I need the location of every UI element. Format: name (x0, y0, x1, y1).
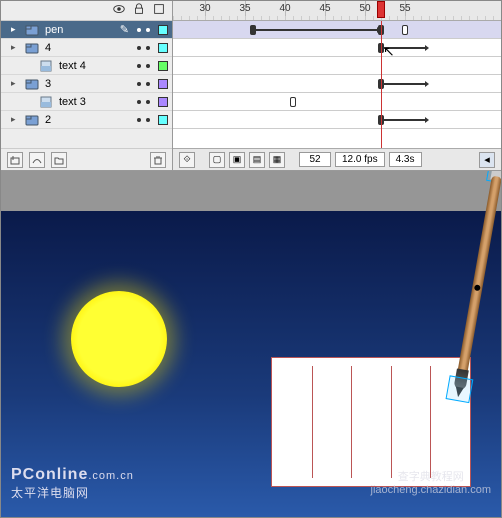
stage-area[interactable]: PConline.com.cn 太平洋电脑网 查字典教程网 jiaocheng.… (1, 171, 501, 517)
moon-shape[interactable] (71, 291, 167, 387)
layer-outline-color[interactable] (158, 97, 168, 107)
layer-outline-color[interactable] (158, 25, 168, 35)
timeline-status-bar: ⟐ ▢ ▣ ▤ ▦ 52 12.0 fps 4.3s ◂ (173, 148, 501, 170)
layer-row[interactable]: ▸4 (1, 39, 172, 57)
layer-outline-color[interactable] (158, 115, 168, 125)
trash-icon[interactable] (150, 152, 166, 168)
timeline-track[interactable] (173, 75, 501, 93)
timeline-layers-panel: ▸pen✎▸4text 4▸3text 3▸2 303540455055 ↖ ⟐… (1, 1, 501, 171)
ruler-label: 45 (319, 3, 330, 14)
timeline-tracks[interactable]: ↖ (173, 21, 501, 148)
layer-visibility-toggles[interactable] (137, 82, 150, 86)
add-layer-icon[interactable] (7, 152, 23, 168)
ruler-label: 35 (239, 3, 250, 14)
layer-name-label[interactable]: text 3 (57, 96, 133, 108)
ruler-label: 30 (199, 3, 210, 14)
layer-row[interactable]: ▸3 (1, 75, 172, 93)
layer-outline-color[interactable] (158, 61, 168, 71)
ruler-label: 40 (279, 3, 290, 14)
layer-name-label[interactable]: pen (43, 24, 116, 36)
folder-icon (25, 41, 39, 55)
playhead-line (381, 21, 382, 148)
layers-footer (1, 148, 172, 170)
layer-icon (39, 59, 53, 73)
folder-icon (25, 23, 39, 37)
current-frame-field[interactable]: 52 (299, 152, 331, 167)
layer-row[interactable]: ▸2 (1, 111, 172, 129)
pencil-icon: ✎ (120, 23, 129, 36)
watermark-chazidian: 查字典教程网 jiaocheng.chazidian.com (371, 471, 491, 497)
center-frame-icon[interactable]: ⟐ (179, 152, 195, 168)
paper-shape[interactable] (271, 357, 471, 487)
keyframe[interactable] (402, 25, 408, 35)
layer-name-label[interactable]: 4 (43, 42, 133, 54)
outline-icon[interactable] (152, 2, 166, 19)
timeline-ruler[interactable]: 30 35 40 45 50 55 (173, 1, 501, 21)
layer-name-label[interactable]: text 4 (57, 60, 133, 72)
layer-visibility-toggles[interactable] (137, 100, 150, 104)
stage-canvas[interactable]: PConline.com.cn 太平洋电脑网 查字典教程网 jiaocheng.… (1, 211, 501, 517)
tween-arrow-icon (381, 83, 425, 85)
expand-arrow-icon[interactable]: ▸ (11, 24, 21, 35)
layers-header (1, 1, 172, 21)
edit-multi-icon[interactable]: ▤ (249, 152, 265, 168)
timeline-panel: 30 35 40 45 50 55 ↖ ⟐ ▢ ▣ ▤ ▦ 52 12.0 fps 4.3… (173, 1, 501, 170)
layers-panel: ▸pen✎▸4text 4▸3text 3▸2 (1, 1, 173, 170)
layer-outline-color[interactable] (158, 43, 168, 53)
layer-row[interactable]: text 4 (1, 57, 172, 75)
layer-visibility-toggles[interactable] (137, 28, 150, 32)
fps-field[interactable]: 12.0 fps (335, 152, 385, 167)
app-window: ▸pen✎▸4text 4▸3text 3▸2 303540455055 ↖ ⟐… (0, 0, 502, 518)
timeline-track[interactable] (173, 21, 501, 39)
layer-row[interactable]: text 3 (1, 93, 172, 111)
expand-arrow-icon[interactable]: ▸ (11, 114, 21, 125)
layer-outline-color[interactable] (158, 79, 168, 89)
layer-row[interactable]: ▸ pen ✎ (1, 21, 172, 39)
eye-icon[interactable] (112, 2, 126, 19)
watermark-pconline: PConline.com.cn 太平洋电脑网 (11, 466, 134, 501)
elapsed-field: 4.3s (389, 152, 422, 167)
layer-name-label[interactable]: 2 (43, 114, 133, 126)
keyframe[interactable] (290, 97, 296, 107)
add-guide-icon[interactable] (29, 152, 45, 168)
selection-handle-bottom[interactable] (446, 375, 474, 403)
tween-arrow-icon (381, 119, 425, 121)
folder-icon (25, 77, 39, 91)
expand-arrow-icon[interactable]: ▸ (11, 42, 21, 53)
playhead[interactable] (377, 1, 385, 18)
tween-arrow-icon (381, 47, 425, 49)
add-folder-icon[interactable] (51, 152, 67, 168)
scroll-left-button[interactable]: ◂ (479, 152, 495, 168)
layer-icon (39, 95, 53, 109)
tween-arrow-icon (253, 29, 377, 31)
layer-visibility-toggles[interactable] (137, 64, 150, 68)
lock-icon[interactable] (132, 2, 146, 19)
onion-markers-icon[interactable]: ▦ (269, 152, 285, 168)
folder-icon (25, 113, 39, 127)
expand-arrow-icon[interactable]: ▸ (11, 78, 21, 89)
onion-skin-icon[interactable]: ▢ (209, 152, 225, 168)
timeline-track[interactable] (173, 93, 501, 111)
timeline-track[interactable] (173, 39, 501, 57)
timeline-track[interactable] (173, 57, 501, 75)
layer-visibility-toggles[interactable] (137, 118, 150, 122)
layer-name-label[interactable]: 3 (43, 78, 133, 90)
onion-outline-icon[interactable]: ▣ (229, 152, 245, 168)
ruler-label: 55 (399, 3, 410, 14)
timeline-track[interactable] (173, 111, 501, 129)
layer-visibility-toggles[interactable] (137, 46, 150, 50)
keyframe[interactable] (250, 25, 256, 35)
ruler-label: 50 (359, 3, 370, 14)
